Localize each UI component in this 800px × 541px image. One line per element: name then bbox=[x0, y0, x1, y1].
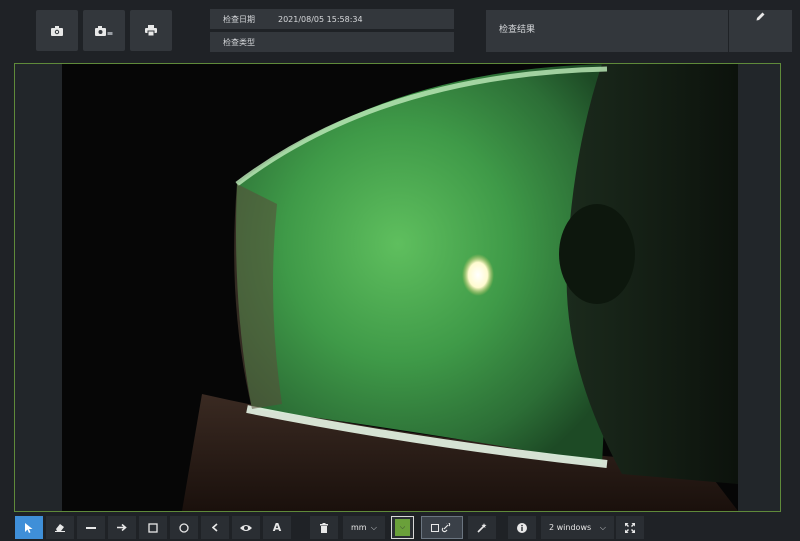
unit-select[interactable]: mm ⌵ bbox=[343, 516, 385, 539]
line-icon bbox=[86, 526, 96, 529]
angle-icon bbox=[212, 523, 218, 532]
line-tool[interactable] bbox=[77, 516, 105, 539]
chevron-down-icon: ⌵ bbox=[599, 522, 606, 532]
top-bar: 检查日期 2021/08/05 15:58:34 检查类型 检查结果 bbox=[0, 0, 800, 60]
exam-type-row: 检查类型 bbox=[210, 32, 454, 52]
angle-tool[interactable] bbox=[201, 516, 229, 539]
fullscreen-icon bbox=[625, 522, 635, 533]
camera-icon bbox=[51, 25, 63, 36]
camera-raw-icon bbox=[95, 25, 113, 36]
info-icon bbox=[517, 522, 527, 533]
rectangle-icon bbox=[148, 522, 158, 533]
eye-icon bbox=[240, 524, 252, 531]
print-button[interactable] bbox=[130, 10, 172, 51]
eye-image[interactable] bbox=[62, 64, 738, 511]
windows-select-value: 2 windows bbox=[549, 523, 592, 532]
link-toggle[interactable] bbox=[421, 516, 463, 539]
enhance-tool[interactable] bbox=[468, 516, 496, 539]
rectangle-tool[interactable] bbox=[139, 516, 167, 539]
magic-wand-icon bbox=[477, 522, 487, 533]
delete-tool[interactable] bbox=[310, 516, 338, 539]
capture-button[interactable] bbox=[36, 10, 78, 51]
exam-date-row: 检查日期 2021/08/05 15:58:34 bbox=[210, 9, 454, 29]
eraser-tool[interactable] bbox=[46, 516, 74, 539]
text-tool[interactable]: A bbox=[263, 516, 291, 539]
visibility-tool[interactable] bbox=[232, 516, 260, 539]
exam-type-label: 检查类型 bbox=[223, 37, 255, 47]
unit-select-value: mm bbox=[351, 523, 367, 532]
exam-result-field[interactable]: 检查结果 bbox=[486, 10, 728, 52]
image-viewer[interactable] bbox=[14, 63, 781, 512]
exam-result-label: 检查结果 bbox=[499, 25, 536, 35]
eraser-icon bbox=[55, 524, 65, 532]
chevron-down-icon: ⌵ bbox=[370, 522, 377, 532]
select-tool[interactable] bbox=[15, 516, 43, 539]
cursor-icon bbox=[25, 522, 33, 533]
info-button[interactable] bbox=[508, 516, 536, 539]
edit-result-button[interactable] bbox=[729, 10, 792, 52]
windows-select[interactable]: 2 windows ⌵ bbox=[541, 516, 614, 539]
pencil-icon bbox=[756, 12, 765, 21]
capture-raw-button[interactable] bbox=[83, 10, 125, 51]
link-icon bbox=[431, 522, 451, 532]
color-picker[interactable]: ⌵ bbox=[391, 516, 414, 539]
arrow-tool[interactable] bbox=[108, 516, 136, 539]
color-swatch: ⌵ bbox=[395, 519, 410, 536]
bottom-toolbar: A mm ⌵ ⌵ 2 windows ⌵ bbox=[0, 514, 800, 541]
fullscreen-button[interactable] bbox=[616, 516, 644, 539]
circle-icon bbox=[179, 522, 189, 533]
circle-tool[interactable] bbox=[170, 516, 198, 539]
exam-date-label: 检查日期 bbox=[223, 14, 255, 24]
printer-icon bbox=[145, 25, 157, 36]
exam-date-value: 2021/08/05 15:58:34 bbox=[278, 14, 363, 24]
trash-icon bbox=[320, 522, 328, 533]
arrow-icon bbox=[117, 523, 127, 532]
slit-lamp-eye-photo bbox=[62, 64, 738, 511]
